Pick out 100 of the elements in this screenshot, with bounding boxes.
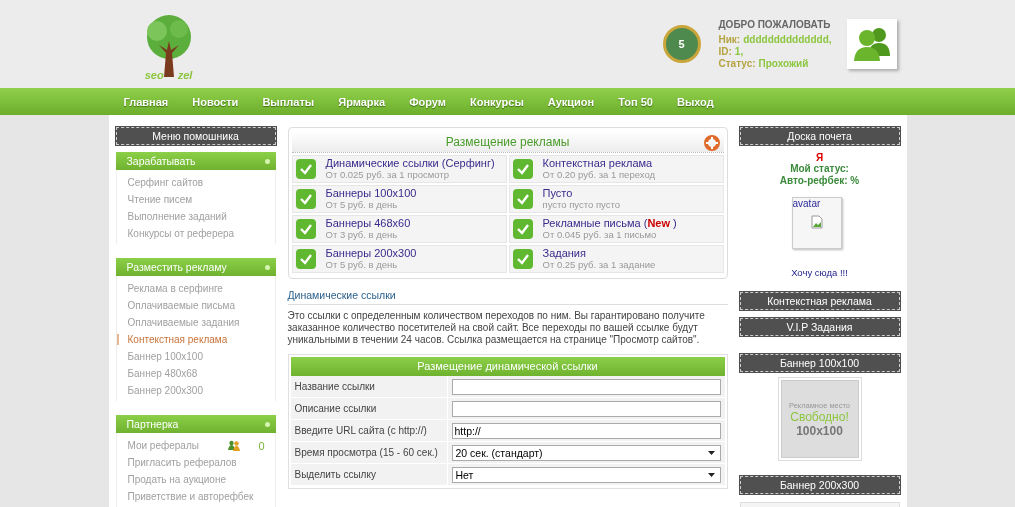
block-title[interactable]: V.I.P Задания [739, 318, 900, 336]
ad-option-price: От 0.025 руб. за 1 просмотр [325, 169, 450, 181]
block-title: Баннер 100x100 [739, 354, 900, 372]
ad-option-price: От 5 руб. в день [325, 199, 399, 211]
info-value: Прохожий [758, 57, 809, 69]
form-title: Размещение динамической ссылки [290, 357, 725, 376]
ad-option-price: От 3 руб. в день [325, 229, 399, 241]
field-label: Описание ссылки [290, 398, 447, 419]
sidebar-item[interactable]: Серфинг сайтов [116, 177, 265, 188]
ad-option-price: От 0.25 руб. за 1 задание [542, 259, 656, 271]
text-field[interactable]: http:// [451, 422, 721, 439]
sidebar-item[interactable]: Реклама в серфинге [116, 283, 265, 294]
referral-count: 0 [258, 439, 265, 452]
sidebar-item[interactable]: Баннер 200x300 [116, 385, 265, 396]
broken-image-icon [810, 215, 823, 229]
ad-option-title: Пусто [542, 187, 574, 199]
logo-word: seo [144, 69, 164, 81]
section-header[interactable]: Партнерка [115, 415, 276, 433]
nav-link[interactable]: Форум [409, 95, 446, 108]
ad-option[interactable]: Баннеры 468x60 От 3 руб. в день [291, 215, 507, 243]
ad-option[interactable]: Баннеры 100x100 От 5 руб. в день [291, 185, 507, 213]
banner-free-text: Свободно! [790, 409, 849, 424]
caret-icon [707, 472, 715, 477]
sidebar-item[interactable]: Пригласить рефералов [116, 457, 265, 468]
info-value: 1, [734, 45, 744, 57]
select-field[interactable]: 20 сек. (стандарт) [451, 444, 721, 461]
checkmark-icon [512, 159, 533, 179]
block-title[interactable]: Контекстная реклама [739, 292, 900, 310]
sidebar-title: Меню помошника [115, 127, 276, 145]
nav-link[interactable]: Аукцион [547, 95, 595, 108]
nav-link[interactable]: Новости [192, 95, 239, 108]
ad-option-title: Контекстная реклама [542, 157, 654, 169]
sidebar-item[interactable]: Оплачиваемые письма [116, 300, 265, 311]
checkmark-icon [512, 219, 533, 239]
info-label: Статус: [718, 57, 756, 69]
ad-option-title: Динамические ссылки (Серфинг) [325, 157, 495, 169]
sidebar-item[interactable]: Мои рефералы [116, 440, 229, 451]
status-text: Мой статус: [790, 163, 849, 175]
block-title: Доска почета [739, 127, 900, 145]
checkmark-icon [295, 189, 316, 209]
section-header[interactable]: Зарабатывать [115, 152, 276, 170]
refback-text: Авто-рефбек: % [779, 175, 860, 187]
block-title: Баннер 200x300 [739, 476, 900, 494]
sidebar-item[interactable]: Баннер 100x100 [116, 351, 265, 362]
checkmark-icon [295, 219, 316, 239]
banner-size-text: 100x100 [796, 423, 843, 438]
select-field[interactable]: Нет [451, 466, 721, 483]
section-description: Это ссылки с определенным количеством переходов по ним. Вы гарантировано получите заказанное количество посетителей на свой сайт. Все переходы по вашей ссылке будут уникальными в течении 24 часов. Ссылка размещается на странице "Просмотр сайтов". [287, 310, 706, 346]
rank-badge: 5 [662, 25, 701, 63]
ad-option[interactable]: Баннеры 200x300 От 5 руб. в день [291, 245, 507, 273]
avatar-alt-text: avatar [792, 198, 821, 209]
sidebar-item[interactable]: Продать на аукционе [116, 474, 265, 485]
checkmark-icon [512, 189, 533, 209]
ad-option-price: От 0.045 руб. за 1 письмо [542, 229, 658, 241]
nav-link[interactable]: Конкурсы [470, 95, 524, 108]
ad-option-price: От 5 руб. в день [325, 259, 399, 271]
sidebar-item[interactable]: Оплачиваемые задания [116, 317, 265, 328]
nav-link[interactable]: Ярмарка [338, 95, 386, 108]
ad-option-title: Баннеры 100x100 [325, 187, 417, 199]
sidebar-item[interactable]: Выполнение заданий [116, 211, 265, 222]
welcome-title: ДОБРО ПОЖАЛОВАТЬ [718, 18, 832, 31]
panel-title: Размещение рекламы [445, 134, 570, 149]
nav-link[interactable]: Выход [676, 95, 714, 108]
ad-option-title: Баннеры 468x60 [325, 217, 411, 229]
ad-option[interactable]: Контекстная реклама От 0.20 руб. за 1 переход [508, 155, 724, 183]
checkmark-icon [295, 249, 316, 269]
user-name: Я [815, 152, 824, 163]
nav-link[interactable]: Выплаты [262, 95, 315, 108]
sidebar-item[interactable]: Конкурсы от реферера [116, 228, 265, 239]
field-label: Название ссылки [290, 376, 447, 397]
lifebuoy-icon[interactable] [703, 135, 720, 151]
sidebar-item[interactable]: Чтение писем [116, 194, 265, 205]
section-header[interactable]: Разместить рекламу [115, 258, 276, 276]
users-icon[interactable] [846, 19, 897, 69]
section-title: Динамические ссылки [287, 289, 728, 305]
people-icon [228, 440, 241, 451]
ad-option[interactable]: Пусто пусто пусто пусто [508, 185, 724, 213]
logo-word: zel [177, 69, 193, 81]
field-label: Выделить ссылку [290, 464, 447, 485]
ad-option-title: Рекламные письма (New ) [542, 217, 677, 229]
nav-link[interactable]: Топ 50 [618, 95, 653, 108]
info-value: dddddddddddddd, [743, 33, 832, 45]
caret-icon [707, 450, 715, 455]
sidebar-item[interactable]: Баннер 480x68 [116, 368, 265, 379]
ad-option-price: От 0.20 руб. за 1 переход [542, 169, 655, 181]
ad-option[interactable]: Динамические ссылки (Серфинг) От 0.025 руб. за 1 просмотр [291, 155, 507, 183]
ad-option-title: Задания [542, 247, 587, 259]
sidebar-item[interactable]: Контекстная реклама [116, 334, 265, 345]
text-field[interactable] [451, 378, 721, 395]
ad-option[interactable]: Задания От 0.25 руб. за 1 задание [508, 245, 724, 273]
info-label: ID: [718, 45, 732, 57]
checkmark-icon [295, 159, 316, 179]
ad-option-price: пусто пусто пусто [542, 199, 620, 211]
ad-option[interactable]: Рекламные письма (New ) От 0.045 руб. за 1 письмо [508, 215, 724, 243]
nav-link[interactable]: Главная [123, 95, 169, 108]
want-here-link[interactable]: Хочу сюда !!! [791, 267, 848, 278]
info-label: Ник: [718, 33, 741, 45]
text-field[interactable] [451, 400, 721, 417]
checkmark-icon [512, 249, 533, 269]
sidebar-item[interactable]: Приветствие и авторефбек [116, 491, 265, 502]
